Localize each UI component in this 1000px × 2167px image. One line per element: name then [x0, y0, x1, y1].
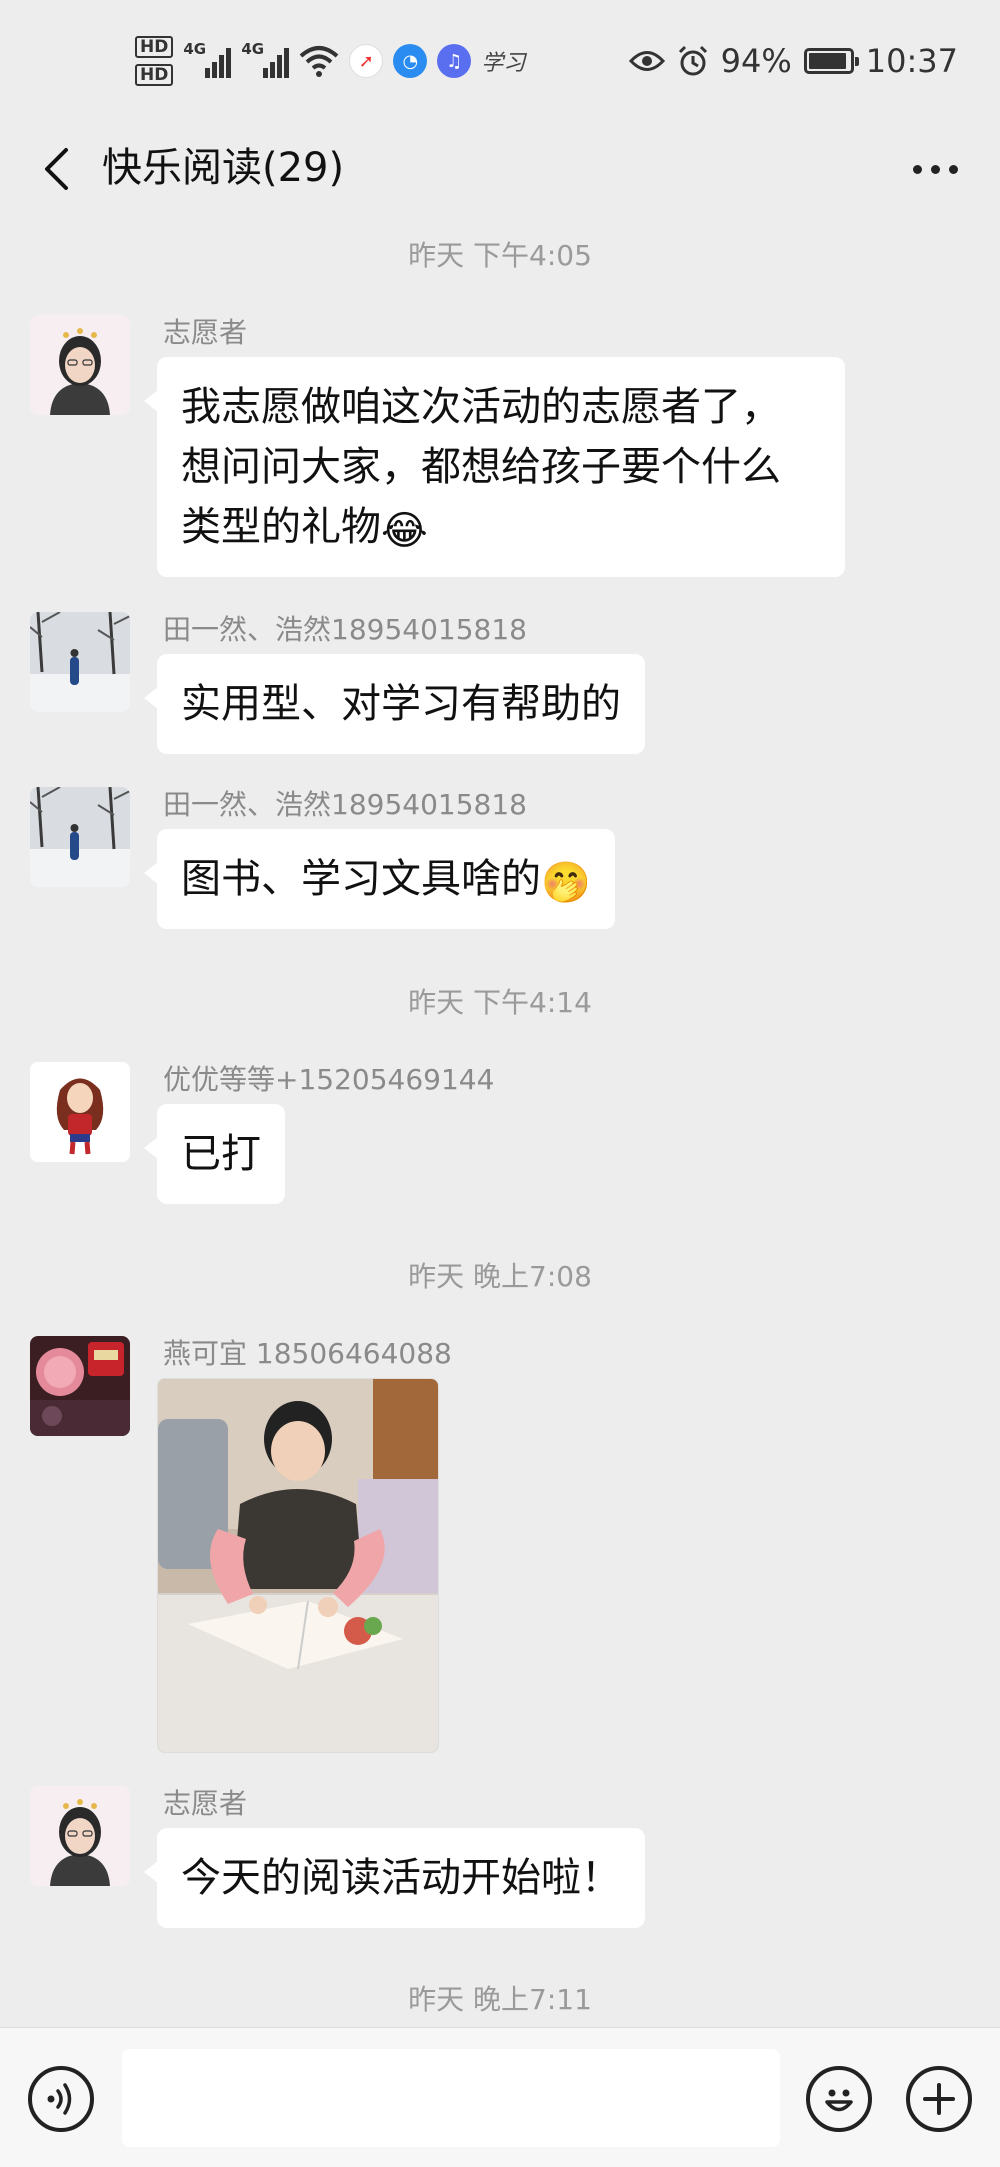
- sender-name: 燕可宜 18506464088: [163, 1337, 452, 1370]
- message-text: 已打: [181, 1131, 261, 1177]
- sender-name: 田一然、浩然18954015818: [163, 613, 527, 646]
- signal-icon: 4G: [241, 40, 290, 78]
- more-button[interactable]: [900, 139, 970, 199]
- avatar-volunteer-image: [30, 315, 130, 415]
- xuexi-notification-icon: 学习: [481, 51, 526, 76]
- message-input[interactable]: [122, 2049, 780, 2147]
- clock: 10:37: [865, 42, 958, 80]
- input-bar: [0, 2027, 1000, 2167]
- timestamp: 昨天 晚上7:11: [408, 1983, 592, 2016]
- status-bar: HD HD 4G 4G ➚ ◔ ♫ 学习 94% 10:37: [0, 0, 1000, 125]
- sender-name: 优优等等+15205469144: [163, 1063, 495, 1096]
- avatar[interactable]: [30, 1336, 130, 1436]
- more-icon-dot: [948, 164, 958, 174]
- message-bubble[interactable]: 实用型、对学习有帮助的: [144, 654, 645, 754]
- avatar[interactable]: [30, 787, 130, 887]
- avatar[interactable]: [30, 1062, 130, 1162]
- chat-header: 快乐阅读(29): [0, 125, 1000, 220]
- chat-title: 快乐阅读(29): [102, 145, 345, 191]
- message-text: 类型的礼物: [181, 504, 381, 550]
- back-button[interactable]: [28, 139, 84, 199]
- avatar-cartoon-image: [30, 1062, 130, 1162]
- message-text: 今天的阅读活动开始啦！: [181, 1855, 621, 1901]
- add-button[interactable]: [906, 2066, 972, 2132]
- plus-icon: [923, 2083, 955, 2115]
- hd-icon: HD HD: [135, 36, 174, 86]
- avatar-volunteer-image: [30, 1786, 130, 1886]
- laughing-emoji-icon: 😂: [381, 508, 428, 554]
- network-type-1: 4G: [183, 40, 207, 58]
- message-text-line: 类型的礼物😂: [181, 497, 821, 557]
- message-bubble[interactable]: 图书、学习文具啥的🤭: [144, 829, 615, 929]
- back-icon: [45, 148, 68, 190]
- wifi-icon: [300, 46, 339, 77]
- sender-name: 志愿者: [163, 1787, 248, 1820]
- eye-icon: [628, 51, 665, 71]
- message-bubble[interactable]: 我志愿做咱这次活动的志愿者了， 想问问大家，都想给孩子要个什么 类型的礼物😂: [144, 357, 845, 577]
- hd-label-2: HD: [135, 64, 174, 86]
- message-bubble[interactable]: 已打: [144, 1104, 285, 1204]
- browser-notification-icon: ◔: [393, 44, 428, 78]
- child-reading-photo: [158, 1379, 438, 1752]
- message-text-line: 想问问大家，都想给孩子要个什么: [181, 444, 781, 490]
- message-text-line: 我志愿做咱这次活动的志愿者了，: [181, 384, 781, 430]
- message-text: 图书、学习文具啥的: [181, 856, 541, 902]
- battery-fill: [808, 53, 847, 69]
- alarm-icon: [678, 45, 707, 76]
- signal-icon: 4G: [183, 40, 232, 78]
- avatar-snow-image: [30, 787, 130, 887]
- battery-icon: [803, 48, 859, 74]
- avatar[interactable]: [30, 1786, 130, 1886]
- voice-icon: [47, 2083, 72, 2115]
- music-notification-icon: ♫: [437, 44, 472, 78]
- battery-percent: 94%: [720, 42, 792, 80]
- emoji-button[interactable]: [806, 2066, 872, 2132]
- message-photo[interactable]: [157, 1378, 439, 1753]
- avatar-snow-image: [30, 612, 130, 712]
- avatar[interactable]: [30, 315, 130, 415]
- avatar[interactable]: [30, 612, 130, 712]
- app-notification-icon: ➚: [349, 44, 384, 78]
- more-icon-dot: [930, 164, 940, 174]
- more-icon-dot: [912, 164, 922, 174]
- message-text: 实用型、对学习有帮助的: [181, 681, 621, 727]
- status-right: 94% 10:37: [628, 36, 958, 86]
- emoji-icon: [825, 2089, 853, 2112]
- network-type-2: 4G: [241, 40, 265, 58]
- timestamp: 昨天 下午4:14: [408, 986, 592, 1019]
- hand-over-mouth-emoji-icon: 🤭: [541, 860, 591, 906]
- message-bubble[interactable]: 今天的阅读活动开始啦！: [144, 1828, 645, 1928]
- hd-label-1: HD: [135, 36, 174, 58]
- sender-name: 志愿者: [163, 316, 248, 349]
- voice-button[interactable]: [28, 2066, 94, 2132]
- status-left: HD HD 4G 4G ➚ ◔ ♫ 学习: [135, 30, 525, 92]
- sender-name: 田一然、浩然18954015818: [163, 788, 527, 821]
- avatar-fruit-image: [30, 1336, 130, 1436]
- timestamp: 昨天 晚上7:08: [408, 1260, 592, 1293]
- timestamp: 昨天 下午4:05: [408, 239, 592, 272]
